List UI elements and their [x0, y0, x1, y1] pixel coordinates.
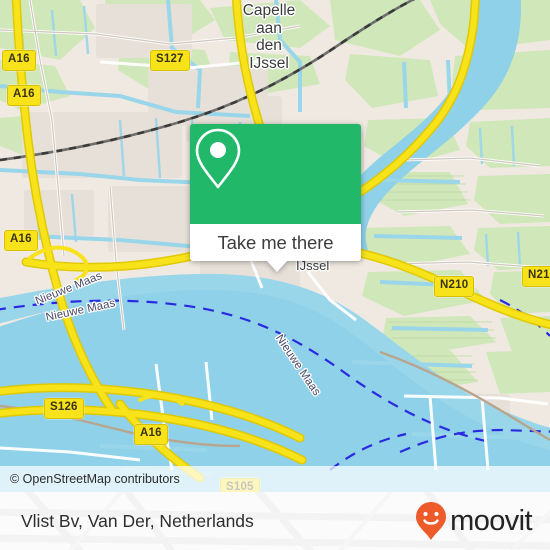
- footer-bar: Vlist Bv, Van Der, Netherlands moovit: [0, 492, 550, 550]
- callout-pointer: [266, 260, 288, 272]
- road-shield-a16-south[interactable]: A16: [134, 424, 168, 445]
- attribution-text[interactable]: © OpenStreetMap contributors: [0, 472, 180, 486]
- callout-image-panel: [190, 124, 361, 224]
- road-shield-n21[interactable]: N21: [522, 266, 550, 287]
- take-me-there-label: Take me there: [217, 231, 334, 253]
- map-canvas[interactable]: Capelle aan den IJssel IJssel Nieuwe Maa…: [0, 0, 550, 492]
- road-shield-a16-upper[interactable]: A16: [7, 85, 41, 106]
- road-shield-n210[interactable]: N210: [434, 276, 475, 297]
- map-pin-icon: [195, 128, 241, 189]
- attribution-bar: © OpenStreetMap contributors: [0, 466, 550, 492]
- map-screenshot: Capelle aan den IJssel IJssel Nieuwe Maa…: [0, 0, 550, 550]
- location-title: Vlist Bv, Van Der, Netherlands: [21, 510, 254, 531]
- location-callout[interactable]: Take me there: [190, 124, 361, 272]
- take-me-there-button[interactable]: Take me there: [190, 224, 361, 261]
- moovit-wordmark: moovit: [450, 504, 532, 537]
- road-shield-s126[interactable]: S126: [44, 398, 84, 419]
- road-shield-a16-mid[interactable]: A16: [4, 230, 38, 251]
- moovit-logo[interactable]: moovit: [414, 501, 533, 541]
- moovit-pin-icon: [416, 502, 447, 540]
- road-shield-a16-north[interactable]: A16: [2, 50, 36, 71]
- road-shield-s127[interactable]: S127: [150, 50, 190, 71]
